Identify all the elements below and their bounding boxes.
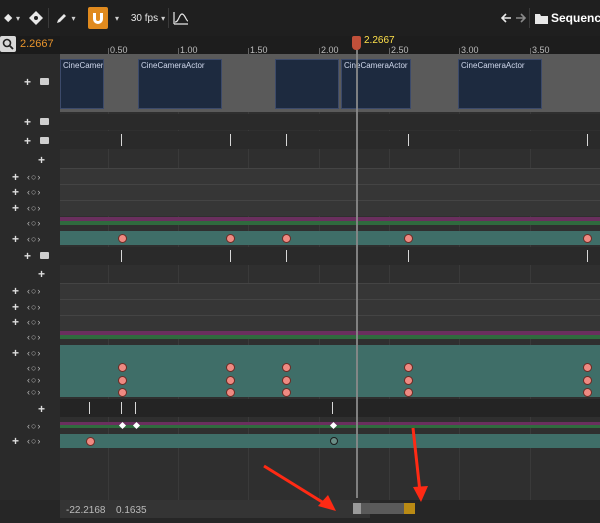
annotation-arrow-left [263,464,336,511]
annotation-arrow-right [411,427,428,502]
annotation-arrows [263,427,428,511]
